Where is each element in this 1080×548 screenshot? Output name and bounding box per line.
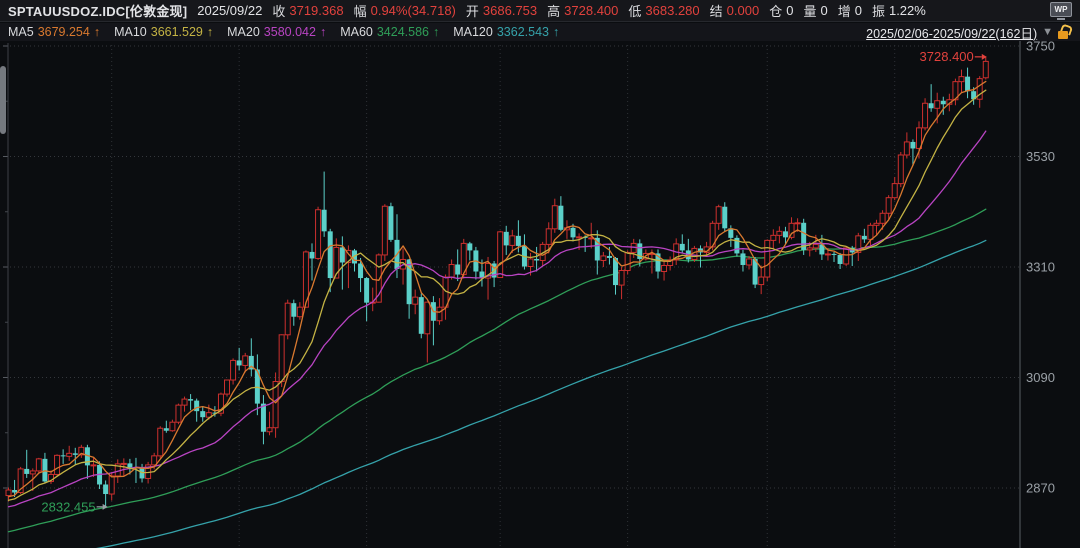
quote-field-change: 幅0.94%(34.718) (354, 1, 456, 20)
up-arrow-icon: ↑ (207, 25, 213, 39)
unlock-icon[interactable] (1058, 25, 1072, 39)
quote-date: 2025/09/22 (197, 3, 262, 18)
symbol-title: SPTAUUSDOZ.IDC[伦敦金现] (8, 1, 187, 20)
up-arrow-icon: ↑ (94, 25, 100, 39)
ma10-legend: MA103661.529↑ (114, 25, 213, 39)
svg-text:3750: 3750 (1026, 41, 1055, 54)
low-annotation: 2832.455 (41, 499, 107, 514)
quote-field-settle: 结0.000 (710, 1, 760, 20)
right-axis: 3750 3530 3310 3090 2870 (1020, 41, 1055, 548)
quote-field-volume: 量0 (803, 1, 827, 20)
ma20-line (9, 131, 986, 507)
ma10-line (9, 90, 986, 500)
quote-field-high: 高3728.400 (547, 1, 618, 20)
high-annotation: 3728.400 (920, 49, 987, 64)
quote-field-position: 仓0 (769, 1, 793, 20)
quote-field-open: 开3686.753 (466, 1, 537, 20)
ma5-line (9, 81, 986, 496)
left-scrollbar-thumb[interactable] (0, 66, 6, 134)
svg-text:2870: 2870 (1026, 480, 1055, 495)
svg-text:3728.400: 3728.400 (920, 49, 974, 64)
svg-text:2832.455: 2832.455 (41, 499, 95, 514)
quote-field-close: 收3719.368 (272, 1, 343, 20)
ma120-line (9, 240, 986, 548)
svg-text:3530: 3530 (1026, 149, 1055, 164)
ma60-legend: MA603424.586↑ (340, 25, 439, 39)
candles-layer (6, 57, 988, 507)
svg-text:3090: 3090 (1026, 370, 1055, 385)
svg-text:3310: 3310 (1026, 259, 1055, 274)
grid-layer (10, 45, 1019, 547)
date-range-selector[interactable]: 2025/02/06-2025/09/22(162日) (866, 23, 1037, 42)
up-arrow-icon: ↑ (433, 25, 439, 39)
candlestick-chart[interactable]: 3750 3530 3310 3090 2870 3728.400 2832.455 (0, 41, 1080, 548)
ma-toolbar: MA53679.254↑ MA103661.529↑ MA203580.042↑… (0, 23, 1080, 41)
quote-header: SPTAUUSDOZ.IDC[伦敦金现] 2025/09/22 收3719.36… (0, 0, 1080, 22)
quote-field-low: 低3683.280 (628, 1, 699, 20)
ma20-legend: MA203580.042↑ (227, 25, 326, 39)
quote-field-increase: 增0 (838, 1, 862, 20)
up-arrow-icon: ↑ (553, 25, 559, 39)
wp-monitor-icon[interactable]: WP (1050, 2, 1072, 20)
chevron-down-icon[interactable]: ▼ (1042, 26, 1053, 38)
ma120-legend: MA1203362.543↑ (453, 25, 559, 39)
up-arrow-icon: ↑ (320, 25, 326, 39)
quote-field-amplitude: 振1.22% (872, 1, 926, 20)
ma5-legend: MA53679.254↑ (8, 25, 100, 39)
chart-window: SPTAUUSDOZ.IDC[伦敦金现] 2025/09/22 收3719.36… (0, 0, 1080, 548)
